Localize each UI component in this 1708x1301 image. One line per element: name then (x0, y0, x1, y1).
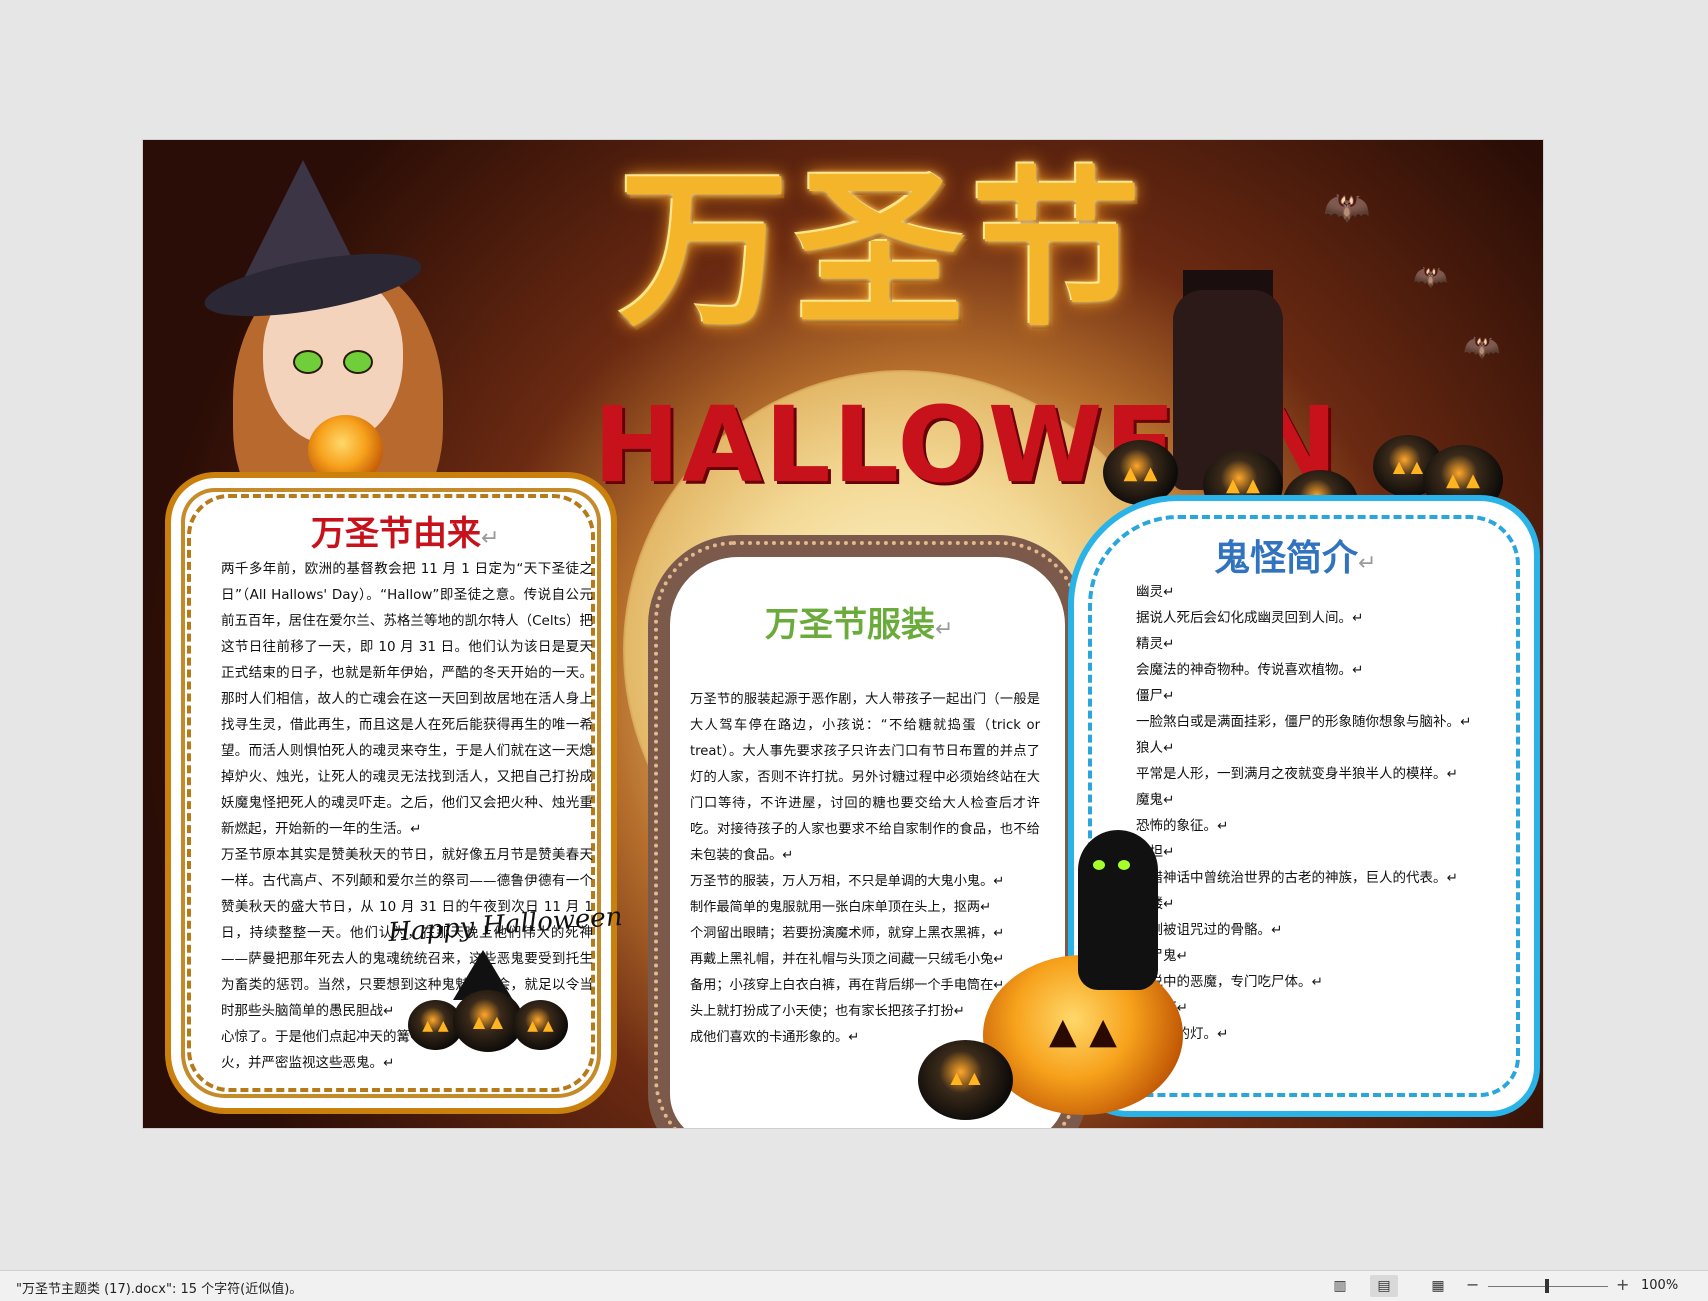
zoom-slider-thumb[interactable] (1545, 1279, 1549, 1293)
bat-icon: 🦇 (1463, 330, 1501, 365)
monster-line: 传说中的恶魔，专门吃尸体。↵ (1136, 974, 1323, 990)
witch-eye (343, 350, 373, 374)
black-cat-illustration (1078, 830, 1158, 990)
costume-paragraph: 制作最简单的鬼服就用一张白床单顶在头上，抠两↵ (690, 900, 992, 915)
zoom-out-button[interactable]: − (1466, 1275, 1479, 1294)
print-layout-icon[interactable]: ▤ (1370, 1275, 1398, 1297)
monster-line: 据说人死后会幻化成幽灵回到人间。↵ (1136, 610, 1364, 626)
costume-heading-text: 万圣节服装 (765, 605, 935, 645)
origin-text[interactable]: 两千多年前，欧洲的基督教会把 11 月 1 日定为“天下圣徒之日”（All Ha… (221, 556, 593, 1076)
jack-o-lantern-icon: ▲ ▲ (918, 1040, 1013, 1120)
origin-paragraph: 火，并严密监视这些恶鬼。↵ (221, 1055, 395, 1071)
bat-icon: 🦇 (1323, 185, 1371, 229)
costume-paragraph: 备用；小孩穿上白衣白裤，再在背后绑一个手电筒在↵ (690, 978, 1005, 993)
monster-line: 骷髅↵ (1136, 891, 1518, 917)
origin-heading: 万圣节由来↵ (311, 506, 499, 555)
status-bar: "万圣节主题类 (17).docx": 15 个字符(近似值)。 ▥ ▤ ▦ −… (0, 1270, 1708, 1301)
bat-icon: 🦇 (1413, 260, 1448, 293)
costume-paragraph: 个洞留出眼睛；若要扮演魔术师，就穿上黑衣黑裤，↵ (690, 926, 1005, 941)
zoom-level[interactable]: 100% (1641, 1278, 1678, 1293)
cat-eye (1118, 860, 1130, 870)
monster-line: 幽灵↵ (1136, 584, 1175, 600)
monster-line: 会魔法的神奇物种。传说喜欢植物。↵ (1136, 662, 1364, 678)
costume-heading: 万圣节服装↵ (765, 597, 953, 646)
origin-heading-text: 万圣节由来 (311, 514, 481, 554)
title-chinese: 万圣节 (618, 150, 1147, 350)
document-status-text[interactable]: "万圣节主题类 (17).docx": 15 个字符(近似值)。 (16, 1278, 302, 1297)
monster-line: 希腊神话中曾统治世界的古老的神族，巨人的代表。↵ (1136, 870, 1458, 886)
monster-line: 僵尸↵ (1136, 688, 1175, 704)
monster-text[interactable]: 幽灵↵ 据说人死后会幻化成幽灵回到人间。↵ 精灵↵ 会魔法的神奇物种。传说喜欢植… (1136, 579, 1518, 1047)
jack-o-lantern-icon: ▲ ▲ (513, 1000, 568, 1050)
read-mode-icon[interactable]: ▥ (1326, 1275, 1354, 1297)
paragraph-mark: ↵ (935, 617, 954, 642)
monster-line: 恐怖的象征。↵ (1136, 818, 1229, 834)
monster-line: 狼人↵ (1136, 740, 1175, 756)
monster-line: 泰坦↵ (1136, 844, 1175, 860)
witch-eye (293, 350, 323, 374)
monster-line: 食尸鬼↵ (1136, 948, 1188, 964)
monster-line: 像南瓜的灯。↵ (1136, 1021, 1518, 1047)
cat-eye (1093, 860, 1105, 870)
document-page[interactable]: 🦇 🦇 🦇 🦇 万圣节 HALLOWEEN ▲ ▲ ▲ ▲ ▲ ▲ ▲ ▲ ▲ … (143, 140, 1543, 1128)
origin-paragraph: 两千多年前，欧洲的基督教会把 11 月 1 日定为“天下圣徒之日”（All Ha… (221, 561, 593, 837)
monster-line: 一副被诅咒过的骨骼。↵ (1136, 922, 1283, 938)
monster-line: 南瓜灯↵ (1136, 995, 1518, 1021)
paragraph-mark: ↵ (481, 526, 500, 551)
monster-heading-text: 鬼怪简介 (1214, 538, 1359, 579)
monster-line: 魔鬼↵ (1136, 792, 1175, 808)
zoom-in-button[interactable]: + (1616, 1275, 1629, 1294)
costume-paragraph: 再戴上黑礼帽，并在礼帽与头顶之间藏一只绒毛小兔↵ (690, 952, 1005, 967)
monster-line: 精灵↵ (1136, 636, 1175, 652)
web-layout-icon[interactable]: ▦ (1424, 1275, 1452, 1297)
costume-paragraph: 万圣节的服装，万人万相，不只是单调的大鬼小鬼。↵ (690, 874, 1005, 889)
costume-text[interactable]: 万圣节的服装起源于恶作剧，大人带孩子一起出门（一般是大人驾车停在路边，小孩说：“… (690, 687, 1040, 1051)
monster-heading: 鬼怪简介↵ (1214, 529, 1376, 581)
paragraph-mark: ↵ (1358, 551, 1377, 576)
costume-paragraph: 万圣节的服装起源于恶作剧，大人带孩子一起出门（一般是大人驾车停在路边，小孩说：“… (690, 692, 1040, 863)
monster-line: 平常是人形，一到满月之夜就变身半狼半人的模样。↵ (1136, 766, 1458, 782)
monster-line: 一脸煞白或是满面挂彩，僵尸的形象随你想象与脑补。↵ (1136, 714, 1472, 730)
